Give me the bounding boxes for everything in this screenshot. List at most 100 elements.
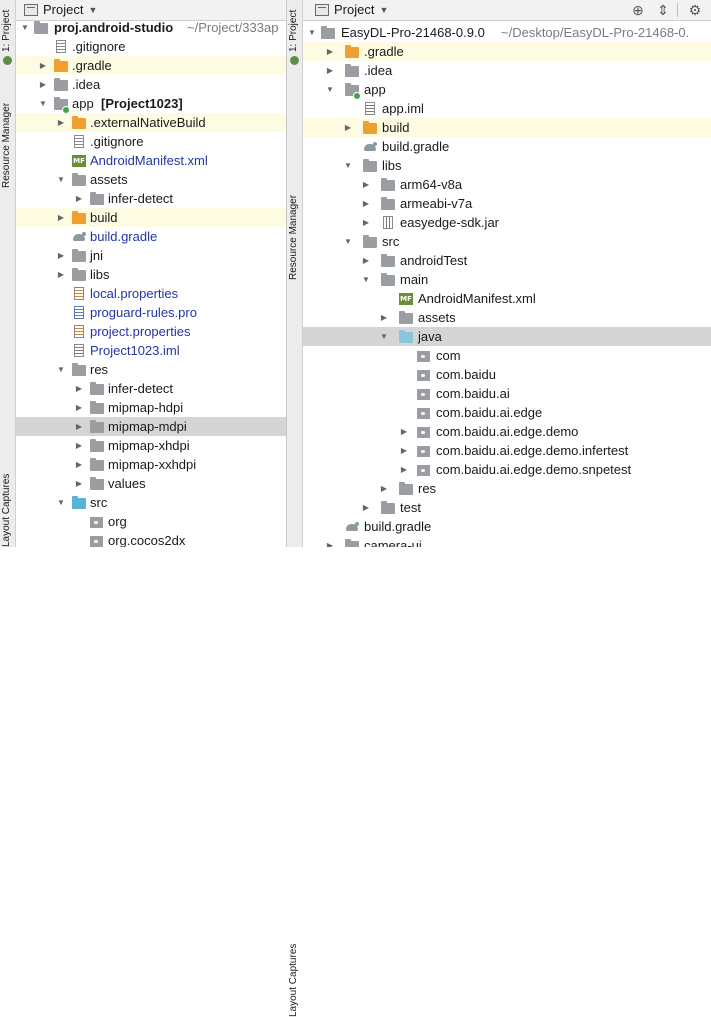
- tree-row[interactable]: local.properties: [16, 284, 286, 303]
- tree-row[interactable]: .gitignore: [16, 132, 286, 151]
- tree-row[interactable]: ▼ main: [303, 270, 711, 289]
- tree-row-root[interactable]: ▼ proj.android-studio ~/Project/333ap: [16, 18, 286, 37]
- tree-row[interactable]: build.gradle: [16, 227, 286, 246]
- project-view-dropdown[interactable]: Project ▼: [24, 0, 97, 19]
- tree-row[interactable]: Project1023.iml: [16, 341, 286, 360]
- tree-row[interactable]: ▼ assets: [16, 170, 286, 189]
- chevron-right-icon[interactable]: ▶: [56, 208, 66, 227]
- tree-row[interactable]: ▶ .idea: [303, 61, 711, 80]
- chevron-right-icon[interactable]: ▶: [399, 422, 409, 441]
- tree-row[interactable]: ▶ com.baidu.ai.edge.demo.snpetest: [303, 460, 711, 479]
- tree-row[interactable]: com: [303, 346, 711, 365]
- chevron-right-icon[interactable]: ▶: [361, 498, 371, 517]
- crosshair-icon[interactable]: ⊕: [630, 2, 646, 18]
- tree-row[interactable]: com.baidu.ai.edge: [303, 403, 711, 422]
- chevron-down-icon[interactable]: ▼: [56, 493, 66, 512]
- tree-row[interactable]: ▶ libs: [16, 265, 286, 284]
- tree-row[interactable]: ▶ easyedge-sdk.jar: [303, 213, 711, 232]
- chevron-right-icon[interactable]: ▶: [74, 417, 84, 436]
- chevron-right-icon[interactable]: ▶: [361, 175, 371, 194]
- chevron-down-icon[interactable]: ▼: [361, 270, 371, 289]
- chevron-down-icon[interactable]: ▼: [343, 156, 353, 175]
- tree-row[interactable]: ▶ jni: [16, 246, 286, 265]
- chevron-down-icon[interactable]: ▼: [379, 327, 389, 346]
- tab-resource-manager-right[interactable]: Resource Manager: [287, 90, 302, 280]
- tab-project-left[interactable]: 1: Project: [0, 0, 15, 70]
- tree-row[interactable]: project.properties: [16, 322, 286, 341]
- chevron-right-icon[interactable]: ▶: [56, 113, 66, 132]
- tree-row[interactable]: ▶ res: [303, 479, 711, 498]
- tree-row[interactable]: ▶ build: [16, 208, 286, 227]
- chevron-right-icon[interactable]: ▶: [74, 189, 84, 208]
- tree-row[interactable]: ▶ assets: [303, 308, 711, 327]
- chevron-right-icon[interactable]: ▶: [361, 251, 371, 270]
- chevron-right-icon[interactable]: ▶: [74, 455, 84, 474]
- chevron-right-icon[interactable]: ▶: [325, 61, 335, 80]
- tree-row-root[interactable]: ▼ EasyDL-Pro-21468-0.9.0 ~/Desktop/EasyD…: [303, 23, 711, 42]
- tree-row-selected[interactable]: ▼ java: [303, 327, 711, 346]
- chevron-down-icon[interactable]: ▼: [56, 360, 66, 379]
- chevron-right-icon[interactable]: ▶: [379, 479, 389, 498]
- tree-row[interactable]: ▶ infer-detect: [16, 189, 286, 208]
- chevron-down-icon[interactable]: ▼: [56, 170, 66, 189]
- tab-resource-manager-left[interactable]: Resource Manager: [0, 90, 15, 210]
- tree-row[interactable]: org: [16, 512, 286, 531]
- tree-row[interactable]: ▶ camera-ui: [303, 536, 711, 547]
- tree-row[interactable]: ▶ build: [303, 118, 711, 137]
- chevron-right-icon[interactable]: ▶: [361, 213, 371, 232]
- tree-row[interactable]: MF AndroidManifest.xml: [16, 151, 286, 170]
- chevron-right-icon[interactable]: ▶: [56, 246, 66, 265]
- tab-layout-captures-left[interactable]: Layout Captures: [0, 470, 15, 547]
- tree-row[interactable]: ▶ arm64-v8a: [303, 175, 711, 194]
- tree-row[interactable]: ▶ mipmap-xhdpi: [16, 436, 286, 455]
- chevron-down-icon[interactable]: ▼: [38, 94, 48, 113]
- tree-row[interactable]: org.cocos2dx: [16, 531, 286, 547]
- tree-row[interactable]: ▼ app [Project1023]: [16, 94, 286, 114]
- tree-row[interactable]: ▶ .gradle: [16, 56, 286, 75]
- chevron-down-icon[interactable]: ▼: [343, 232, 353, 251]
- tree-row[interactable]: ▶ androidTest: [303, 251, 711, 270]
- tree-row[interactable]: ▶ infer-detect: [16, 379, 286, 398]
- chevron-right-icon[interactable]: ▶: [74, 379, 84, 398]
- chevron-right-icon[interactable]: ▶: [74, 436, 84, 455]
- chevron-down-icon[interactable]: ▼: [20, 18, 30, 37]
- tree-row[interactable]: build.gradle: [303, 137, 711, 156]
- tree-row[interactable]: com.baidu: [303, 365, 711, 384]
- tree-row[interactable]: MF AndroidManifest.xml: [303, 289, 711, 308]
- tree-row[interactable]: ▶ com.baidu.ai.edge.demo: [303, 422, 711, 441]
- tree-row[interactable]: ▼ app: [303, 80, 711, 100]
- chevron-right-icon[interactable]: ▶: [399, 460, 409, 479]
- tree-row[interactable]: com.baidu.ai: [303, 384, 711, 403]
- tree-row[interactable]: ▶ mipmap-xxhdpi: [16, 455, 286, 474]
- chevron-right-icon[interactable]: ▶: [379, 308, 389, 327]
- tree-row[interactable]: ▼ src: [303, 232, 711, 251]
- chevron-right-icon[interactable]: ▶: [74, 474, 84, 493]
- tree-row[interactable]: proguard-rules.pro: [16, 303, 286, 322]
- tree-row[interactable]: ▶ .idea: [16, 75, 286, 94]
- tree-row[interactable]: ▼ libs: [303, 156, 711, 175]
- chevron-down-icon[interactable]: ▼: [307, 23, 317, 42]
- tree-row[interactable]: ▶ test: [303, 498, 711, 517]
- chevron-right-icon[interactable]: ▶: [325, 42, 335, 61]
- chevron-right-icon[interactable]: ▶: [343, 118, 353, 137]
- tab-project-right[interactable]: 1: Project: [287, 0, 302, 70]
- tree-row-selected[interactable]: ▶ mipmap-mdpi: [16, 417, 286, 436]
- chevron-down-icon[interactable]: ▼: [325, 80, 335, 99]
- tab-layout-captures-right[interactable]: Layout Captures: [287, 470, 302, 1017]
- tree-row[interactable]: app.iml: [303, 99, 711, 118]
- chevron-right-icon[interactable]: ▶: [399, 441, 409, 460]
- tree-row[interactable]: ▼ res: [16, 360, 286, 379]
- tree-row[interactable]: build.gradle: [303, 517, 711, 536]
- tree-row[interactable]: ▶ .externalNativeBuild: [16, 113, 286, 132]
- chevron-right-icon[interactable]: ▶: [74, 398, 84, 417]
- tree-row[interactable]: ▶ .gradle: [303, 42, 711, 61]
- chevron-right-icon[interactable]: ▶: [38, 56, 48, 75]
- collapse-all-icon[interactable]: ⇕: [655, 2, 671, 18]
- chevron-right-icon[interactable]: ▶: [38, 75, 48, 94]
- chevron-right-icon[interactable]: ▶: [325, 536, 335, 547]
- tree-row[interactable]: ▶ values: [16, 474, 286, 493]
- project-view-dropdown[interactable]: Project ▼: [315, 0, 388, 19]
- tree-row[interactable]: ▶ armeabi-v7a: [303, 194, 711, 213]
- tree-row[interactable]: .gitignore: [16, 37, 286, 56]
- chevron-right-icon[interactable]: ▶: [361, 194, 371, 213]
